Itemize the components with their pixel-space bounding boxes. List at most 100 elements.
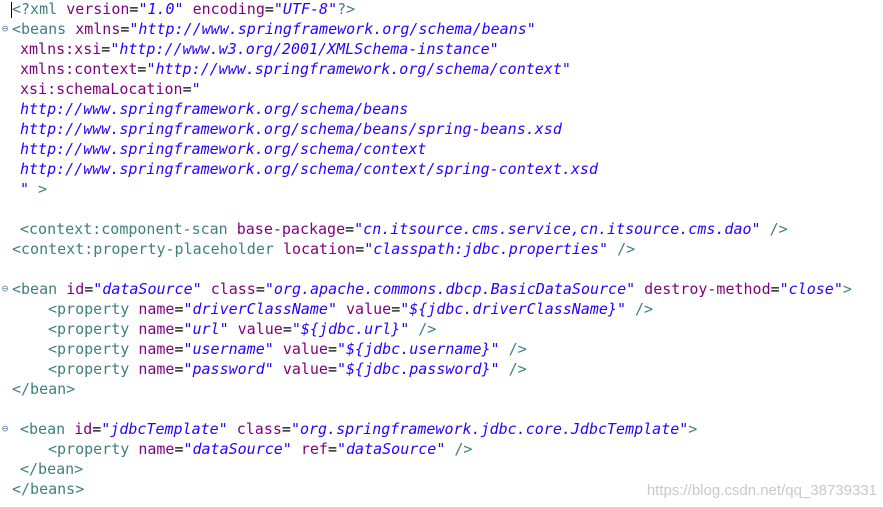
gutter [0,179,10,199]
token-val: http://www.springframework.org/schema/co… [20,160,598,178]
token-attr: location [282,240,356,258]
token-val: "http://www.springframework.org/schema/c… [146,60,571,78]
token-attr: ref [300,440,328,458]
token-tag: /> [445,440,473,458]
code-line: http://www.springframework.org/schema/be… [0,119,883,139]
token-attr: xmlns [75,20,121,38]
token-val: "http://www.w3.org/2001/XMLSchema-instan… [110,40,499,58]
token-val: http://www.springframework.org/schema/co… [20,140,427,158]
code-line: <context:component-scan base-package="cn… [0,219,883,239]
code-text: <property name="password" value="${jdbc.… [48,359,527,379]
token-val: http://www.springframework.org/schema/be… [20,100,409,118]
code-text: </bean> [12,379,75,399]
fold-collapse-icon[interactable]: ⊖ [0,19,10,39]
code-line: ⊖ <beans xmlns="http://www.springframewor… [0,19,883,39]
token-tag: > [688,420,698,438]
code-text: http://www.springframework.org/schema/co… [20,159,598,179]
token-val: "cn.itsource.cms.service,cn.itsource.cms… [354,220,761,238]
gutter [0,359,10,379]
token-eq: = [355,240,365,258]
token-val: "UTF-8" [273,0,338,18]
code-text: <bean id="jdbcTemplate" class="org.sprin… [20,419,697,439]
fold-collapse-icon[interactable]: ⊖ [0,279,10,299]
fold-collapse-icon[interactable]: ⊖ [0,419,10,439]
token-val: "dataSource" [183,440,292,458]
token-val: "dataSource" [337,440,446,458]
token-tag: <property [48,440,139,458]
token-eq: = [255,280,265,298]
code-text: http://www.springframework.org/schema/be… [20,99,408,119]
token-val: "org.springframework.jdbc.core.JdbcTempl… [290,420,689,438]
token-attr: id [66,280,85,298]
code-line: <context:property-placeholder location="… [0,239,883,259]
code-line: <property name="url" value="${jdbc.url}"… [0,319,883,339]
token-val: "${jdbc.username}" [337,340,500,358]
gutter [0,0,10,19]
gutter [0,239,10,259]
token-val: "jdbcTemplate" [101,420,228,438]
token-tag: /> [760,220,788,238]
gutter [0,319,10,339]
token-pi: <?xml [12,0,67,18]
token-val: "org.apache.commons.dbcp.BasicDataSource… [264,280,636,298]
code-line: " > [0,179,883,199]
code-line: xmlns:xsi="http://www.w3.org/2001/XMLSch… [0,39,883,59]
token-attr: name [138,440,175,458]
token-val: "password" [183,360,274,378]
gutter [0,299,10,319]
token-eq: = [92,420,102,438]
token-val: "${jdbc.driverClassName}" [400,300,626,318]
code-text: http://www.springframework.org/schema/be… [20,119,562,139]
token-tag: > [842,280,852,298]
token-eq: = [282,320,292,338]
token-tag: /> [409,320,437,338]
gutter [0,219,10,239]
token-eq: = [264,0,274,18]
code-line: http://www.springframework.org/schema/co… [0,159,883,179]
token-eq: = [281,420,291,438]
token-eq: = [101,40,111,58]
code-text: <context:property-placeholder location="… [12,239,635,259]
code-line: xmlns:context="http://www.springframewor… [0,59,883,79]
token-attr: base-package [236,220,346,238]
token-val: "1.0" [138,0,184,18]
token-val: http://www.springframework.org/schema/be… [20,120,562,138]
token-val: "${jdbc.url}" [291,320,410,338]
code-line: <?xml version="1.0" encoding="UTF-8"?> [0,0,883,19]
token-val: " [191,80,201,98]
code-line [0,199,883,219]
token-tag: <property [48,360,139,378]
gutter [0,199,10,219]
token-tag: <bean [12,280,67,298]
gutter [0,79,10,99]
token-tag: /> [499,360,527,378]
gutter [0,159,10,179]
token-val: "dataSource" [93,280,202,298]
code-line: ⊖ <bean id="jdbcTemplate" class="org.spri… [0,419,883,439]
code-line: <property name="password" value="${jdbc.… [0,359,883,379]
code-text: <beans xmlns="http://www.springframework… [12,19,536,39]
gutter [0,459,10,479]
code-text: <bean id="dataSource" class="org.apache.… [12,279,852,299]
code-line: <property name="username" value="${jdbc.… [0,339,883,359]
token-attr: class [210,280,256,298]
gutter [0,99,10,119]
gutter [0,479,10,499]
token-eq: = [84,280,94,298]
code-text: <property name="username" value="${jdbc.… [48,339,527,359]
code-text: <context:component-scan base-package="cn… [20,219,788,239]
gutter [0,119,10,139]
token-val: "username" [183,340,274,358]
token-val: "driverClassName" [183,300,337,318]
token-tag: <context:component-scan [20,220,237,238]
token-val: "close" [779,280,843,298]
xml-editor[interactable]: <?xml version="1.0" encoding="UTF-8"?> ⊖ <… [0,0,883,507]
token-attr: value [237,320,283,338]
token-tag: > [29,180,48,198]
token-pi: ?> [337,0,356,18]
token-tag: </beans> [12,480,85,498]
